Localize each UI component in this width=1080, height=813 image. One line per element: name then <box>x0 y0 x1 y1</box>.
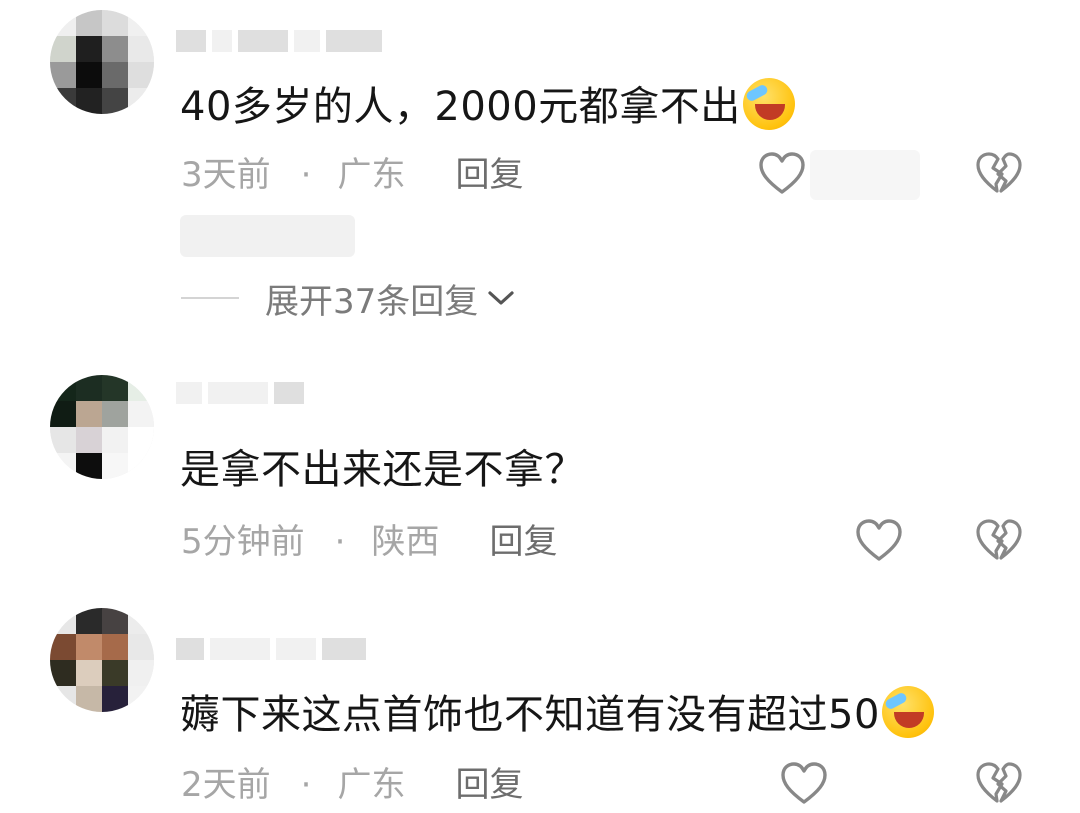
username[interactable] <box>176 28 386 54</box>
separator: · <box>300 155 312 195</box>
avatar[interactable] <box>50 10 154 114</box>
separator: · <box>300 765 312 805</box>
username[interactable] <box>176 636 386 662</box>
location: 广东 <box>337 765 406 805</box>
expand-replies-button[interactable]: 展开37条回复 <box>181 278 516 322</box>
heart-icon[interactable] <box>779 760 829 806</box>
comment-meta: 3天前 · 广东 回复 <box>181 155 523 195</box>
laughing-crying-emoji-icon <box>881 686 934 738</box>
comment-meta: 2天前 · 广东 回复 <box>181 765 523 805</box>
timestamp: 2天前 <box>181 765 271 805</box>
heart-icon[interactable] <box>854 517 904 563</box>
expand-replies-label: 展开37条回复 <box>265 281 479 322</box>
location: 陕西 <box>371 522 440 562</box>
separator: · <box>334 522 346 562</box>
avatar[interactable] <box>50 375 154 479</box>
avatar[interactable] <box>50 608 154 712</box>
divider <box>181 297 239 299</box>
chevron-down-icon <box>488 291 514 305</box>
broken-heart-icon[interactable] <box>974 760 1024 806</box>
blurred-region <box>810 150 920 200</box>
comment-meta: 5分钟前 · 陕西 回复 <box>181 522 557 562</box>
comment-body: 是拿不出来还是不拿？ <box>180 447 585 493</box>
location: 广东 <box>337 155 406 195</box>
broken-heart-icon[interactable] <box>974 150 1024 196</box>
broken-heart-icon[interactable] <box>974 517 1024 563</box>
reply-button[interactable]: 回复 <box>489 522 557 562</box>
reply-button[interactable]: 回复 <box>455 765 523 805</box>
timestamp: 5分钟前 <box>181 522 305 562</box>
laughing-crying-emoji-icon <box>742 78 795 130</box>
blurred-region <box>180 215 355 257</box>
heart-icon[interactable] <box>757 150 807 196</box>
comment-text: 40多岁的人，2000元都拿不出 <box>180 78 795 131</box>
timestamp: 3天前 <box>181 155 271 195</box>
comment-text: 是拿不出来还是不拿？ <box>180 446 585 494</box>
username[interactable] <box>176 380 386 406</box>
comment-body: 薅下来这点首饰也不知道有没有超过50 <box>180 692 880 738</box>
comment-body: 40多岁的人，2000元都拿不出 <box>180 84 741 130</box>
comment-text: 薅下来这点首饰也不知道有没有超过50 <box>180 686 934 739</box>
reply-button[interactable]: 回复 <box>455 155 523 195</box>
